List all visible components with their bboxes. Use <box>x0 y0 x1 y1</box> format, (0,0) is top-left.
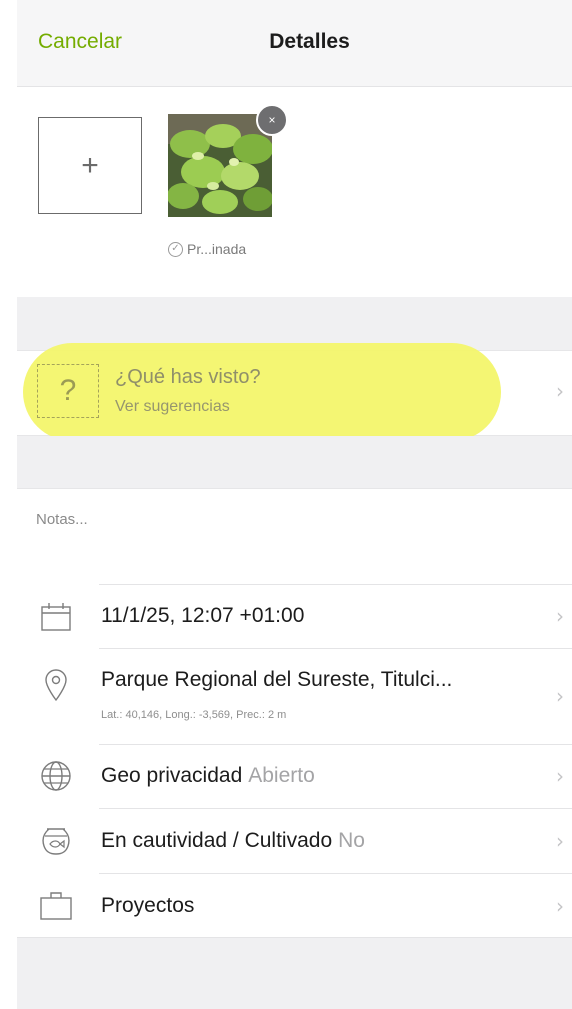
captive-label: En cautividad / Cultivado <box>101 829 333 852</box>
divider <box>99 808 572 809</box>
calendar-icon <box>37 598 75 636</box>
nav-bar: Cancelar Detalles <box>17 0 572 87</box>
species-suggestion-row[interactable]: ? ¿Qué has visto? Ver sugerencias › <box>17 343 572 441</box>
photo-thumbnail[interactable] <box>168 114 272 217</box>
details-screen: Cancelar Detalles + × ✓ Pr...inada ? ¿Qu… <box>17 0 572 1009</box>
projects-row[interactable]: Proyectos › <box>17 873 572 937</box>
geoprivacy-label: Geo privacidad <box>101 764 243 787</box>
projects-label: Proyectos <box>101 894 195 917</box>
divider <box>99 648 572 649</box>
captive-text: En cautividad / Cultivado No <box>101 829 365 853</box>
add-photo-button[interactable]: + <box>38 117 142 214</box>
chevron-right-icon: › <box>556 379 564 403</box>
location-label: Parque Regional del Sureste, Titulci... <box>101 668 453 691</box>
globe-icon <box>37 757 75 795</box>
unknown-species-icon: ? <box>37 364 99 418</box>
plus-icon: + <box>81 148 99 182</box>
fishbowl-icon <box>37 822 75 860</box>
date-row[interactable]: 11/1/25, 12:07 +01:00 › <box>17 584 572 648</box>
remove-photo-button[interactable]: × <box>256 104 288 136</box>
plant-photo <box>168 114 272 217</box>
captive-row[interactable]: En cautividad / Cultivado No › <box>17 808 572 873</box>
photo-section: + × ✓ Pr...inada <box>17 87 572 297</box>
date-label: 11/1/25, 12:07 +01:00 <box>101 604 305 627</box>
divider <box>99 584 572 585</box>
geoprivacy-row[interactable]: Geo privacidad Abierto › <box>17 744 572 808</box>
section-separator <box>17 436 572 488</box>
location-row[interactable]: Parque Regional del Sureste, Titulci... … <box>17 648 572 744</box>
chevron-right-icon: › <box>556 894 564 918</box>
page-title: Detalles <box>269 30 350 53</box>
location-pin-icon <box>37 666 75 704</box>
chevron-right-icon: › <box>556 829 564 853</box>
chevron-right-icon: › <box>556 684 564 708</box>
divider <box>99 744 572 745</box>
briefcase-icon <box>37 887 75 925</box>
chevron-right-icon: › <box>556 764 564 788</box>
geoprivacy-text: Geo privacidad Abierto <box>101 764 315 788</box>
location-coordinates: Lat.: 40,146, Long.: -3,569, Prec.: 2 m <box>101 709 287 721</box>
divider <box>99 873 572 874</box>
photo-status-label: Pr...inada <box>187 241 247 257</box>
chevron-right-icon: › <box>556 604 564 628</box>
check-circle-icon: ✓ <box>168 241 183 257</box>
geoprivacy-value: Abierto <box>248 764 315 787</box>
photo-status: ✓ Pr...inada <box>168 241 246 257</box>
suggestions-link: Ver sugerencias <box>115 398 230 415</box>
notes-section: Notas... <box>17 488 572 584</box>
bottom-area <box>17 937 572 1009</box>
captive-value: No <box>338 829 365 852</box>
species-prompt: ¿Qué has visto? <box>115 366 261 388</box>
notes-field[interactable]: Notas... <box>36 511 88 528</box>
